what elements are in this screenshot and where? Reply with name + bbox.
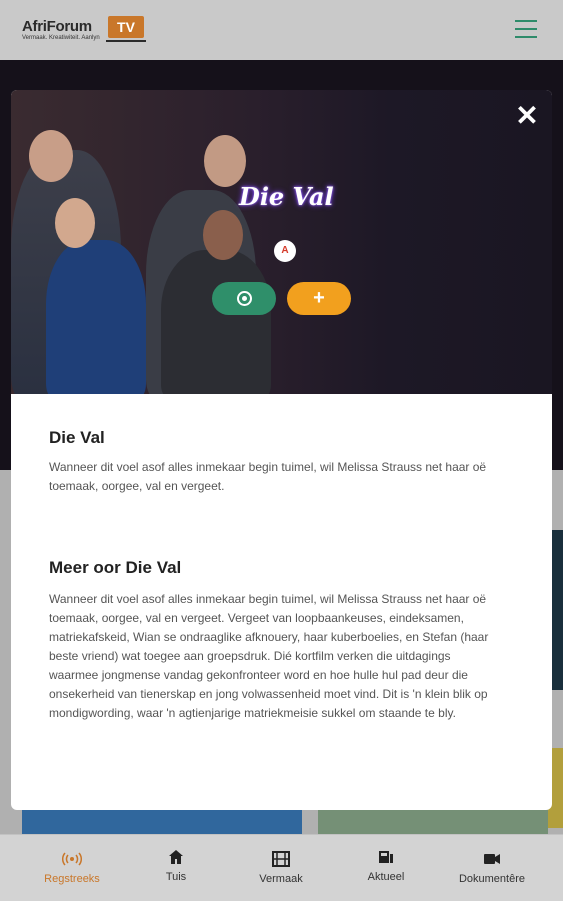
- nav-item-aktueel[interactable]: Aktueel: [341, 847, 431, 883]
- nav-item-dokumentere[interactable]: Dokumentêre: [447, 849, 537, 885]
- brand-tv-underline: [106, 40, 146, 42]
- add-to-list-button[interactable]: +: [287, 282, 351, 315]
- broadcast-icon: [27, 849, 117, 869]
- home-icon: [131, 847, 221, 867]
- hero-figure: [46, 240, 146, 394]
- app-bar: AfriForum Vermaak. Kreatiwiteit. Aanlyn …: [0, 0, 563, 60]
- detail-modal: Die Val A + ✕ Die Val Wanneer dit voel a…: [11, 90, 552, 810]
- close-icon[interactable]: ✕: [515, 102, 539, 130]
- nav-item-label: Aktueel: [367, 871, 405, 883]
- nav-item-vermaak[interactable]: Vermaak: [236, 849, 326, 885]
- menu-icon[interactable]: [515, 20, 537, 38]
- camera-icon: [447, 849, 537, 869]
- age-rating-badge: A: [274, 240, 296, 262]
- nav-item-regstreeks[interactable]: Regstreeks: [27, 849, 117, 885]
- hero-figure: [203, 210, 243, 260]
- brand-name: AfriForum: [22, 18, 92, 35]
- news-icon: [341, 847, 431, 867]
- hero-figure: [204, 135, 246, 187]
- hero-image: Die Val A + ✕: [11, 90, 552, 394]
- show-summary: Wanneer dit voel asof alles inmekaar beg…: [49, 460, 487, 493]
- brand-tagline: Vermaak. Kreatiwiteit. Aanlyn: [22, 35, 100, 41]
- show-title: Die Val: [49, 428, 105, 447]
- nav-item-label: Regstreeks: [44, 873, 100, 885]
- hero-figure: [29, 130, 73, 182]
- film-icon: [236, 849, 326, 869]
- hero-title-logo: Die Val: [239, 182, 334, 211]
- brand-tv-badge: TV: [108, 16, 144, 38]
- hero-figure: [161, 250, 271, 394]
- nav-item-label: Vermaak: [259, 873, 303, 885]
- nav-item-label: Dokumentêre: [458, 873, 526, 885]
- play-icon-dot: [242, 296, 247, 301]
- bottom-nav: Regstreeks Tuis Vermaak Aktueel Dokument…: [0, 834, 563, 901]
- nav-item-label: Tuis: [165, 871, 187, 883]
- more-about-heading: Meer oor Die Val: [49, 558, 182, 577]
- more-about-text: Wanneer dit voel asof alles inmekaar beg…: [49, 592, 489, 720]
- hero-figure: [55, 198, 95, 248]
- nav-item-tuis[interactable]: Tuis: [131, 847, 221, 883]
- play-button[interactable]: [212, 282, 276, 315]
